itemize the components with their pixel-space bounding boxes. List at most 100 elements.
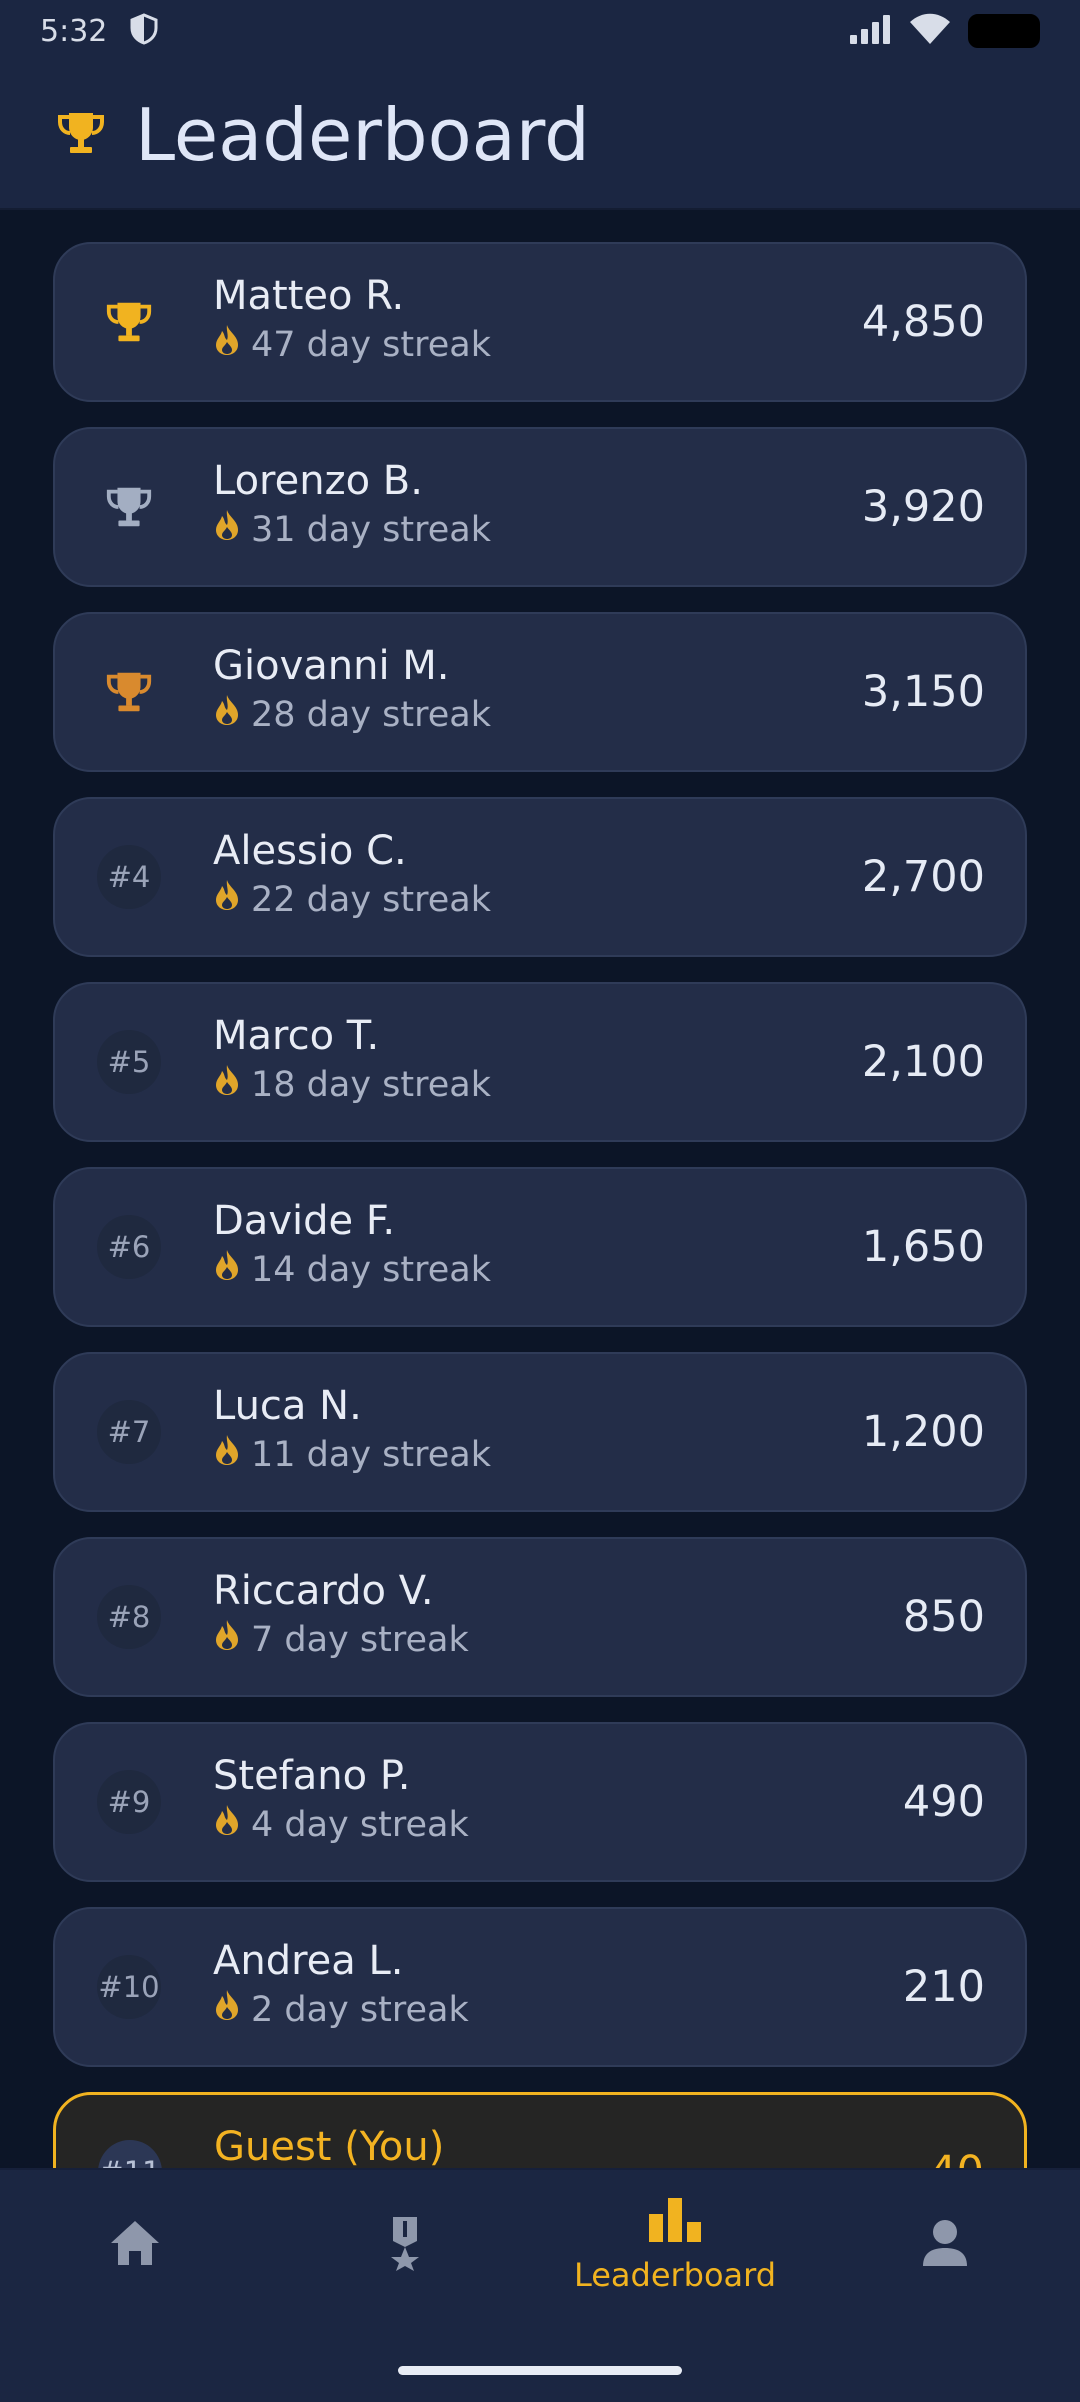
leaderboard-row[interactable]: #7 Luca N. 11 day streak 1,200 bbox=[53, 1352, 1027, 1512]
flame-icon bbox=[213, 1987, 241, 2033]
leaderboard-row[interactable]: #8 Riccardo V. 7 day streak 850 bbox=[53, 1537, 1027, 1697]
player-streak: 31 day streak bbox=[213, 507, 491, 553]
player-name: Giovanni M. bbox=[213, 643, 450, 689]
player-info: Giovanni M. 28 day streak bbox=[213, 642, 491, 738]
leaderboard-row[interactable]: #4 Alessio C. 22 day streak 2,700 bbox=[53, 797, 1027, 957]
bronze-trophy-icon bbox=[97, 660, 161, 724]
nav-leaderboard-label: Leaderboard bbox=[573, 2256, 777, 2294]
player-info: Luca N. 11 day streak bbox=[213, 1382, 491, 1478]
flame-icon bbox=[213, 1247, 241, 1293]
streak-text: 2 day streak bbox=[251, 1990, 469, 2030]
status-time: 5:32 bbox=[40, 13, 108, 49]
shield-icon bbox=[129, 13, 159, 49]
streak-text: 14 day streak bbox=[251, 1250, 491, 1290]
flame-icon bbox=[213, 1432, 241, 1478]
nav-home[interactable] bbox=[0, 2170, 270, 2320]
leaderboard-row[interactable]: #9 Stefano P. 4 day streak 490 bbox=[53, 1722, 1027, 1882]
player-name: Stefano P. bbox=[213, 1753, 411, 1799]
player-streak: 4 day streak bbox=[213, 1802, 469, 1848]
gold-trophy-icon bbox=[97, 290, 161, 354]
player-score: 2,700 bbox=[861, 852, 985, 902]
flame-icon bbox=[213, 507, 241, 553]
rank-badge: #9 bbox=[97, 1770, 161, 1834]
leaderboard-row[interactable]: Matteo R. 47 day streak 4,850 bbox=[53, 242, 1027, 402]
streak-text: 22 day streak bbox=[251, 880, 491, 920]
streak-text: 31 day streak bbox=[251, 510, 491, 550]
leaderboard-row[interactable]: #10 Andrea L. 2 day streak 210 bbox=[53, 1907, 1027, 2067]
player-streak: 7 day streak bbox=[213, 1617, 469, 1663]
rank-badge: #6 bbox=[97, 1215, 161, 1279]
player-streak: 11 day streak bbox=[213, 1432, 491, 1478]
player-score: 2,100 bbox=[861, 1037, 985, 1087]
status-bar: 5:32 bbox=[0, 0, 1080, 62]
streak-text: 18 day streak bbox=[251, 1065, 491, 1105]
player-name: Matteo R. bbox=[213, 273, 405, 319]
leaderboard-row[interactable]: Lorenzo B. 31 day streak 3,920 bbox=[53, 427, 1027, 587]
flame-icon bbox=[213, 877, 241, 923]
player-info: Matteo R. 47 day streak bbox=[213, 272, 491, 368]
streak-text: 47 day streak bbox=[251, 325, 491, 365]
streak-text: 4 day streak bbox=[251, 1805, 469, 1845]
player-info: Stefano P. 4 day streak bbox=[213, 1752, 469, 1848]
rank-badge: #8 bbox=[97, 1585, 161, 1649]
player-info: Andrea L. 2 day streak bbox=[213, 1937, 469, 2033]
player-info: Marco T. 18 day streak bbox=[213, 1012, 491, 1108]
rank-badge: #4 bbox=[97, 845, 161, 909]
rank-badge: #5 bbox=[97, 1030, 161, 1094]
player-name: Davide F. bbox=[213, 1198, 396, 1244]
player-info: Davide F. 14 day streak bbox=[213, 1197, 491, 1293]
player-name: Lorenzo B. bbox=[213, 458, 423, 504]
player-name: Luca N. bbox=[213, 1383, 362, 1429]
player-score: 490 bbox=[902, 1777, 985, 1827]
player-score: 3,920 bbox=[861, 482, 985, 532]
player-streak: 22 day streak bbox=[213, 877, 491, 923]
player-score: 210 bbox=[902, 1962, 985, 2012]
signal-icon bbox=[848, 13, 892, 49]
medal-icon bbox=[385, 2215, 425, 2275]
player-score: 1,200 bbox=[861, 1407, 985, 1457]
streak-text: 11 day streak bbox=[251, 1435, 491, 1475]
flame-icon bbox=[213, 692, 241, 738]
player-score: 1,650 bbox=[861, 1222, 985, 1272]
player-name: Alessio C. bbox=[213, 828, 407, 874]
nav-achievements[interactable] bbox=[270, 2170, 540, 2320]
leaderboard-row[interactable]: #5 Marco T. 18 day streak 2,100 bbox=[53, 982, 1027, 1142]
leaderboard-list[interactable]: Matteo R. 47 day streak 4,850 Lorenzo B. 31 … bbox=[53, 242, 1027, 2277]
nav-leaderboard[interactable]: Leaderboard bbox=[540, 2170, 810, 2320]
home-indicator bbox=[398, 2366, 682, 2375]
page-title: Leaderboard bbox=[135, 93, 590, 177]
trophy-icon bbox=[55, 107, 107, 163]
player-name: Andrea L. bbox=[213, 1938, 404, 1984]
player-streak: 18 day streak bbox=[213, 1062, 491, 1108]
player-streak: 28 day streak bbox=[213, 692, 491, 738]
battery-icon bbox=[968, 14, 1040, 48]
leaderboard-row[interactable]: Giovanni M. 28 day streak 3,150 bbox=[53, 612, 1027, 772]
player-score: 4,850 bbox=[861, 297, 985, 347]
bar-chart-icon bbox=[647, 2196, 703, 2248]
player-name: Riccardo V. bbox=[213, 1568, 434, 1614]
flame-icon bbox=[213, 1617, 241, 1663]
wifi-icon bbox=[908, 12, 952, 50]
player-score: 3,150 bbox=[861, 667, 985, 717]
player-streak: 2 day streak bbox=[213, 1987, 469, 2033]
player-streak: 14 day streak bbox=[213, 1247, 491, 1293]
leaderboard-row[interactable]: #6 Davide F. 14 day streak 1,650 bbox=[53, 1167, 1027, 1327]
nav-profile[interactable] bbox=[810, 2170, 1080, 2320]
person-icon bbox=[921, 2218, 969, 2272]
streak-text: 28 day streak bbox=[251, 695, 491, 735]
player-info: Lorenzo B. 31 day streak bbox=[213, 457, 491, 553]
silver-trophy-icon bbox=[97, 475, 161, 539]
player-streak: 47 day streak bbox=[213, 322, 491, 368]
player-score: 850 bbox=[902, 1592, 985, 1642]
rank-badge: #10 bbox=[97, 1955, 161, 2019]
flame-icon bbox=[213, 1802, 241, 1848]
home-icon bbox=[108, 2218, 162, 2272]
rank-badge: #7 bbox=[97, 1400, 161, 1464]
flame-icon bbox=[213, 1062, 241, 1108]
flame-icon bbox=[213, 322, 241, 368]
player-name: Guest (You) bbox=[214, 2124, 445, 2170]
app-header: Leaderboard bbox=[0, 62, 1080, 210]
streak-text: 7 day streak bbox=[251, 1620, 469, 1660]
player-info: Riccardo V. 7 day streak bbox=[213, 1567, 469, 1663]
player-name: Marco T. bbox=[213, 1013, 380, 1059]
